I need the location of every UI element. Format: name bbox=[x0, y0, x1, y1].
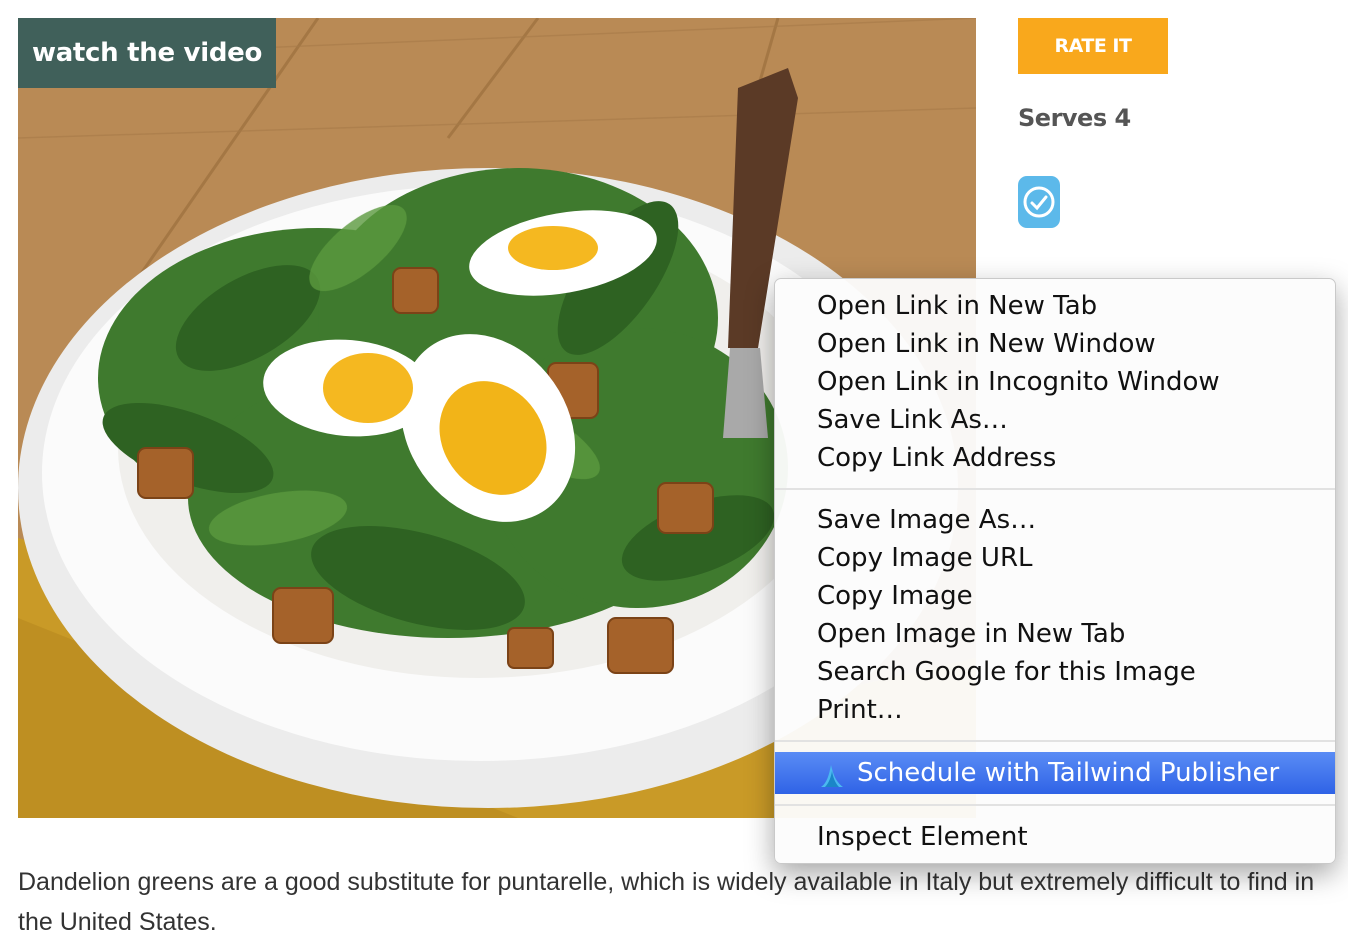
menu-save-image-as[interactable]: Save Image As… bbox=[775, 501, 1335, 539]
serves-count: Serves 4 bbox=[1018, 104, 1131, 132]
context-menu: Open Link in New Tab Open Link in New Wi… bbox=[774, 278, 1336, 864]
menu-schedule-tailwind[interactable]: Schedule with Tailwind Publisher bbox=[775, 752, 1335, 794]
menu-print[interactable]: Print… bbox=[775, 691, 1335, 729]
clock-icon bbox=[1018, 176, 1060, 228]
menu-schedule-tailwind-label: Schedule with Tailwind Publisher bbox=[857, 758, 1280, 788]
tailwind-icon bbox=[819, 760, 845, 802]
menu-open-link-incognito[interactable]: Open Link in Incognito Window bbox=[775, 363, 1335, 401]
watch-video-button[interactable]: watch the video bbox=[18, 18, 276, 88]
recipe-description: Dandelion greens are a good substitute f… bbox=[18, 868, 1315, 936]
menu-separator bbox=[775, 488, 1335, 490]
menu-inspect-element[interactable]: Inspect Element bbox=[775, 818, 1335, 856]
menu-open-link-new-tab[interactable]: Open Link in New Tab bbox=[775, 287, 1335, 325]
menu-open-link-new-window[interactable]: Open Link in New Window bbox=[775, 325, 1335, 363]
menu-separator bbox=[775, 804, 1335, 806]
menu-copy-image-url[interactable]: Copy Image URL bbox=[775, 539, 1335, 577]
menu-copy-image[interactable]: Copy Image bbox=[775, 577, 1335, 615]
rate-it-button[interactable]: RATE IT bbox=[1018, 18, 1168, 74]
menu-separator bbox=[775, 740, 1335, 742]
menu-open-image-new-tab[interactable]: Open Image in New Tab bbox=[775, 615, 1335, 653]
menu-search-google-image[interactable]: Search Google for this Image bbox=[775, 653, 1335, 691]
menu-copy-link-address[interactable]: Copy Link Address bbox=[775, 439, 1335, 477]
menu-save-link-as[interactable]: Save Link As… bbox=[775, 401, 1335, 439]
